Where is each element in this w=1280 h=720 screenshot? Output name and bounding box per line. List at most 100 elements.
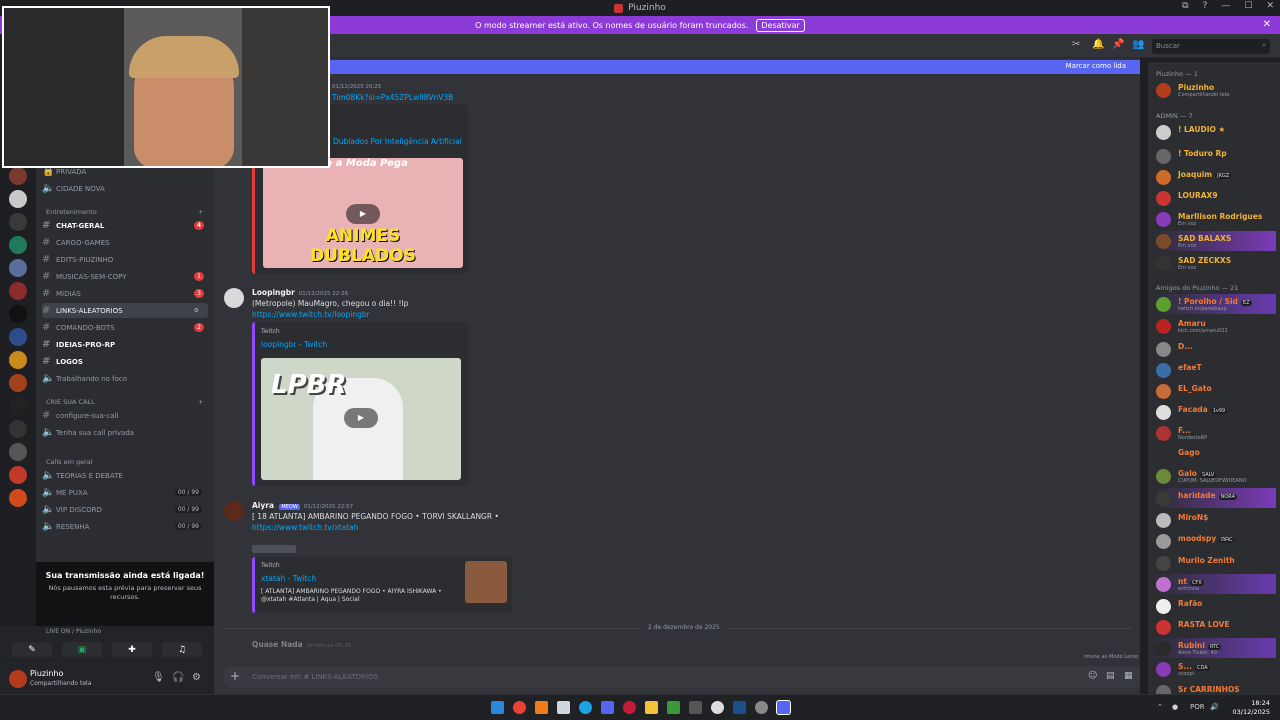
member-item[interactable]: EL_Gato (1152, 381, 1276, 401)
message-author[interactable]: Loopingbr (252, 288, 295, 297)
maximize-button[interactable]: ☐ (1244, 1, 1252, 11)
member-item[interactable]: Murilo Zenith (1152, 553, 1276, 573)
screen-share-button[interactable]: ▣ (62, 642, 102, 657)
folder-icon[interactable] (645, 701, 658, 714)
voice-channel[interactable]: 🔈 RESENHA 00 / 99 (42, 519, 208, 534)
voice-channel[interactable]: 🔈 ME PUXA 00 / 99 (42, 485, 208, 500)
member-item[interactable]: Gago (1152, 445, 1276, 465)
voice-channel[interactable]: 🔈 CIDADE NOVA (42, 181, 208, 196)
member-item[interactable]: ! Toduro Rp (1152, 146, 1276, 166)
voice-channel[interactable]: 🔈 VIP DISCORD 00 / 99 (42, 502, 208, 517)
embed-thumbnail[interactable] (465, 561, 507, 603)
username[interactable]: Piuzinho (30, 669, 63, 678)
chrome-icon[interactable] (513, 701, 526, 714)
app-icon[interactable] (557, 701, 570, 714)
gift-icon[interactable]: ▤ (1106, 671, 1115, 681)
channel-ideias[interactable]: # IDEIAS-PRO-RP (42, 337, 208, 352)
message-link[interactable]: Tim08Kk?si=Px45ZPLwlI8VnV3B (332, 93, 453, 102)
category-header[interactable]: CRIE SUA CALL + (46, 398, 203, 406)
message-link[interactable]: https://www.twitch.tv/loopingbr (252, 310, 370, 319)
channel-chat-geral[interactable]: # CHAT-GERAL 4 (42, 218, 208, 233)
volume-icon[interactable]: 🔊 (1210, 703, 1219, 711)
server-icon[interactable] (9, 397, 27, 415)
gear-icon[interactable]: ⚙ (192, 672, 201, 683)
member-item[interactable]: RASTA LOVE (1152, 617, 1276, 637)
server-icon[interactable] (9, 213, 27, 231)
spoiler-block[interactable] (252, 545, 296, 553)
app-icon[interactable] (667, 701, 680, 714)
steam-icon[interactable] (733, 701, 746, 714)
threads-icon[interactable]: ✂ (1072, 39, 1080, 50)
member-item[interactable]: D... (1152, 339, 1276, 359)
channel-comando-bots[interactable]: # COMANDO-BOTS 2 (42, 320, 208, 335)
embed-title[interactable]: xtatah - Twitch (261, 574, 316, 583)
server-icon[interactable] (9, 282, 27, 300)
member-item[interactable]: Joaquim JKGZ (1152, 167, 1276, 187)
minimize-button[interactable]: — (1221, 1, 1230, 11)
help-icon[interactable]: ? (1203, 1, 1208, 11)
video-thumbnail[interactable]: Se a Moda Pega ANIMES DUBLADOS ▶ (263, 158, 463, 268)
headphones-icon[interactable]: 🎧 (172, 672, 184, 683)
member-item[interactable]: SAD ZECKXS Em voz (1152, 253, 1276, 273)
member-item[interactable]: Sr CARRINHOS (1152, 682, 1276, 694)
message-composer[interactable]: + Conversar em # LINKS-ALEATORIOS ☺ ▤ ▦ (224, 666, 1140, 688)
disable-streamer-button[interactable]: Desativar (756, 18, 805, 32)
server-icon[interactable] (9, 190, 27, 208)
server-icon[interactable] (9, 351, 27, 369)
activities-button[interactable]: ✚ (112, 642, 152, 657)
member-item[interactable]: moodspy ᗰᗩᑕ (1152, 531, 1276, 551)
app-icon[interactable] (755, 701, 768, 714)
category-header[interactable]: Calls em geral (46, 458, 93, 466)
avatar[interactable] (9, 670, 27, 688)
message-author[interactable]: Aiyra (252, 501, 274, 510)
channel-configure[interactable]: # configure-sua-call (42, 408, 208, 423)
add-channel-icon[interactable]: + (198, 208, 203, 216)
message-author[interactable]: Quase Nada (252, 640, 303, 649)
embed-title[interactable]: loopingbr - Twitch (261, 340, 327, 349)
edge-icon[interactable] (579, 701, 592, 714)
language-indicator[interactable]: POR (1190, 703, 1205, 711)
member-item[interactable]: haridade NOR4 (1152, 488, 1276, 508)
member-item[interactable]: efaeT (1152, 360, 1276, 380)
server-icon[interactable] (9, 374, 27, 392)
system-clock[interactable]: 18:24 03/12/2025 (1233, 699, 1270, 717)
voice-channel[interactable]: 🔈 Trabalhando no foco (42, 371, 208, 386)
member-item[interactable]: Piuzinho Compartilhando tela (1152, 80, 1276, 100)
voice-channel[interactable]: 🔈 TEORIAS E DEBATE (42, 468, 208, 483)
server-icon[interactable] (9, 443, 27, 461)
member-item[interactable]: SAD BALAXS Em voz (1152, 231, 1276, 251)
member-item[interactable]: ! Porolho / Sid EZ twitch.tv/paralbaxp (1152, 294, 1276, 314)
member-item[interactable]: Rafão (1152, 596, 1276, 616)
avatar[interactable] (224, 288, 244, 308)
stream-thumbnail[interactable]: LPBR ▶ (261, 358, 461, 480)
channel-musicas[interactable]: # MUSICAS-SEM-COPY 1 (42, 269, 208, 284)
camera-off-button[interactable]: ✎ (12, 642, 52, 657)
play-icon[interactable]: ▶ (344, 408, 378, 428)
member-item[interactable]: F... NordesteRP (1152, 423, 1276, 443)
server-icon[interactable] (9, 259, 27, 277)
embed-title[interactable]: Dublados Por Inteligência Artificial (333, 137, 462, 146)
channel-midias[interactable]: # MIDIAS 3 (42, 286, 208, 301)
tray-chevron-icon[interactable]: ⌃ (1157, 703, 1163, 711)
server-icon[interactable] (9, 305, 27, 323)
microphone-icon[interactable]: 🎙 (152, 672, 165, 683)
add-channel-icon[interactable]: + (198, 398, 203, 406)
voice-channel[interactable]: 🔈 Tenha sua call privada (42, 425, 208, 440)
member-item[interactable]: S... CDA scoopi (1152, 659, 1276, 679)
bell-icon[interactable]: 🔔 (1092, 39, 1104, 50)
server-icon[interactable] (9, 489, 27, 507)
emoji-icon[interactable]: ☺ (1088, 671, 1097, 681)
member-item[interactable]: Marllison Rodrigues Em voz (1152, 209, 1276, 229)
close-icon[interactable]: ✕ (1263, 19, 1271, 30)
close-button[interactable]: ✕ (1266, 1, 1274, 11)
server-icon[interactable] (9, 420, 27, 438)
settings-icon[interactable]: ⚙ (191, 307, 202, 314)
avatar[interactable] (224, 501, 244, 521)
app-icon[interactable] (535, 701, 548, 714)
channel-cargo-games[interactable]: # CARGO-GAMES (42, 235, 208, 250)
server-icon[interactable] (9, 466, 27, 484)
opera-icon[interactable] (623, 701, 636, 714)
start-icon[interactable] (491, 701, 504, 714)
message-link[interactable]: https://www.twitch.tv/xtatah (252, 523, 359, 532)
members-icon[interactable]: 👥 (1132, 39, 1144, 50)
